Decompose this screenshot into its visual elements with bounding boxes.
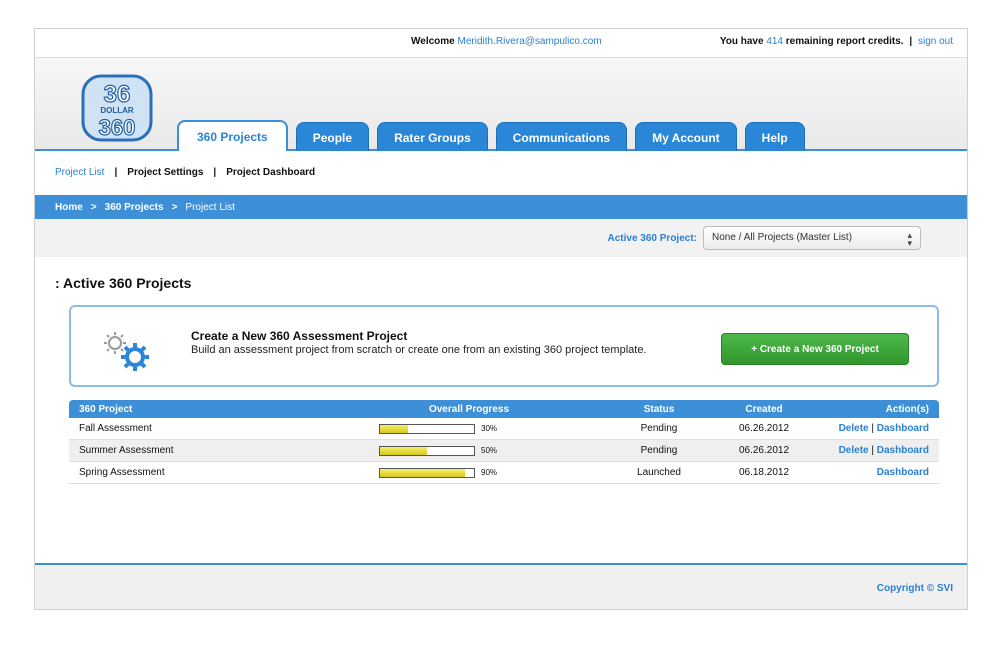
progress-bar <box>379 445 475 456</box>
progress-percent: 30% <box>481 424 498 433</box>
project-progress: 30% <box>369 423 599 434</box>
gears-icon <box>104 332 149 371</box>
project-status: Pending <box>640 423 678 434</box>
section-title: : Active 360 Projects <box>55 275 192 291</box>
svg-text:360: 360 <box>99 115 136 140</box>
breadcrumb: Home > 360 Projects > Project List <box>35 195 967 219</box>
project-created: 06.26.2012 <box>738 445 790 456</box>
header: 36 DOLLAR 360 360 Projects People Rater … <box>35 57 967 152</box>
active-project-bar: Active 360 Project: None / All Projects … <box>35 219 967 257</box>
active-project-value: None / All Projects (Master List) <box>712 232 853 243</box>
create-project-description: Build an assessment project from scratch… <box>191 344 647 356</box>
project-name: Fall Assessment <box>79 423 152 434</box>
tab-rater-groups[interactable]: Rater Groups <box>377 122 488 152</box>
progress-percent: 90% <box>481 468 498 477</box>
sub-navigation: Project List | Project Settings | Projec… <box>35 151 967 193</box>
project-created: 06.18.2012 <box>738 467 790 478</box>
header-status: Status <box>643 403 675 415</box>
credits-count: 414 <box>766 36 783 47</box>
progress-bar <box>379 467 475 478</box>
subnav-project-settings[interactable]: Project Settings <box>127 167 203 178</box>
table-row: Fall Assessment 30% Pending 06.26.2012 D… <box>69 418 939 440</box>
create-project-panel: Create a New 360 Assessment Project Buil… <box>69 305 939 387</box>
project-actions: Delete | Dashboard <box>838 423 929 434</box>
tab-360-projects[interactable]: 360 Projects <box>177 120 288 152</box>
tab-communications[interactable]: Communications <box>495 122 628 152</box>
active-project-select[interactable]: None / All Projects (Master List) ▴ ▾ <box>703 226 921 250</box>
main-tabs: 360 Projects People Rater Groups Communi… <box>177 120 805 152</box>
header-actions: Action(s) <box>885 403 929 415</box>
tab-my-account[interactable]: My Account <box>635 122 737 152</box>
breadcrumb-360-projects[interactable]: 360 Projects <box>105 202 164 213</box>
user-email-link[interactable]: Meridith.Rivera@sampulico.com <box>458 36 602 47</box>
projects-table: 360 Project Overall Progress Status Crea… <box>69 400 939 484</box>
header-progress: Overall Progress <box>428 403 510 415</box>
credits-message: You have 414 remaining report credits. |… <box>719 36 953 47</box>
active-project-label: Active 360 Project: <box>607 233 698 244</box>
footer: Copyright © SVI <box>35 563 967 609</box>
sign-out-link[interactable]: sign out <box>918 36 953 47</box>
dollar-360-logo[interactable]: 36 DOLLAR 360 <box>79 72 155 144</box>
project-name: Summer Assessment <box>79 445 174 456</box>
header-project: 360 Project <box>79 403 133 415</box>
delete-link[interactable]: Delete <box>839 423 869 434</box>
dashboard-link[interactable]: Dashboard <box>877 445 929 456</box>
header-created: Created <box>745 403 783 415</box>
top-bar: Welcome Meridith.Rivera@sampulico.com Yo… <box>35 29 967 57</box>
progress-percent: 50% <box>481 446 498 455</box>
table-header: 360 Project Overall Progress Status Crea… <box>69 400 939 418</box>
tab-people[interactable]: People <box>295 122 370 152</box>
svg-text:DOLLAR: DOLLAR <box>100 106 134 115</box>
dashboard-link[interactable]: Dashboard <box>877 423 929 434</box>
breadcrumb-project-list: Project List <box>185 201 235 213</box>
tab-help[interactable]: Help <box>744 122 805 152</box>
subnav-project-list[interactable]: Project List <box>55 167 104 178</box>
project-actions: Delete | Dashboard <box>838 445 929 456</box>
project-name: Spring Assessment <box>79 467 165 478</box>
project-status: Pending <box>640 445 678 456</box>
copyright-text: Copyright © SVI <box>876 583 953 594</box>
select-updown-icon: ▴ ▾ <box>907 230 912 248</box>
create-project-button[interactable]: + Create a New 360 Project <box>721 333 909 365</box>
table-row: Summer Assessment 50% Pending 06.26.2012… <box>69 440 939 462</box>
dashboard-link[interactable]: Dashboard <box>877 467 929 478</box>
svg-text:36: 36 <box>104 81 131 108</box>
progress-bar <box>379 423 475 434</box>
breadcrumb-home[interactable]: Home <box>55 202 83 213</box>
project-status: Launched <box>637 467 681 478</box>
create-project-title: Create a New 360 Assessment Project <box>191 329 408 343</box>
welcome-message: Welcome Meridith.Rivera@sampulico.com <box>411 36 602 47</box>
project-progress: 50% <box>369 445 599 456</box>
project-actions: Dashboard <box>809 467 939 478</box>
subnav-project-dashboard[interactable]: Project Dashboard <box>226 167 315 178</box>
project-progress: 90% <box>369 467 599 478</box>
delete-link[interactable]: Delete <box>839 445 869 456</box>
app-frame: Welcome Meridith.Rivera@sampulico.com Yo… <box>34 28 968 610</box>
project-created: 06.26.2012 <box>738 423 790 434</box>
table-row: Spring Assessment 90% Launched 06.18.201… <box>69 462 939 484</box>
